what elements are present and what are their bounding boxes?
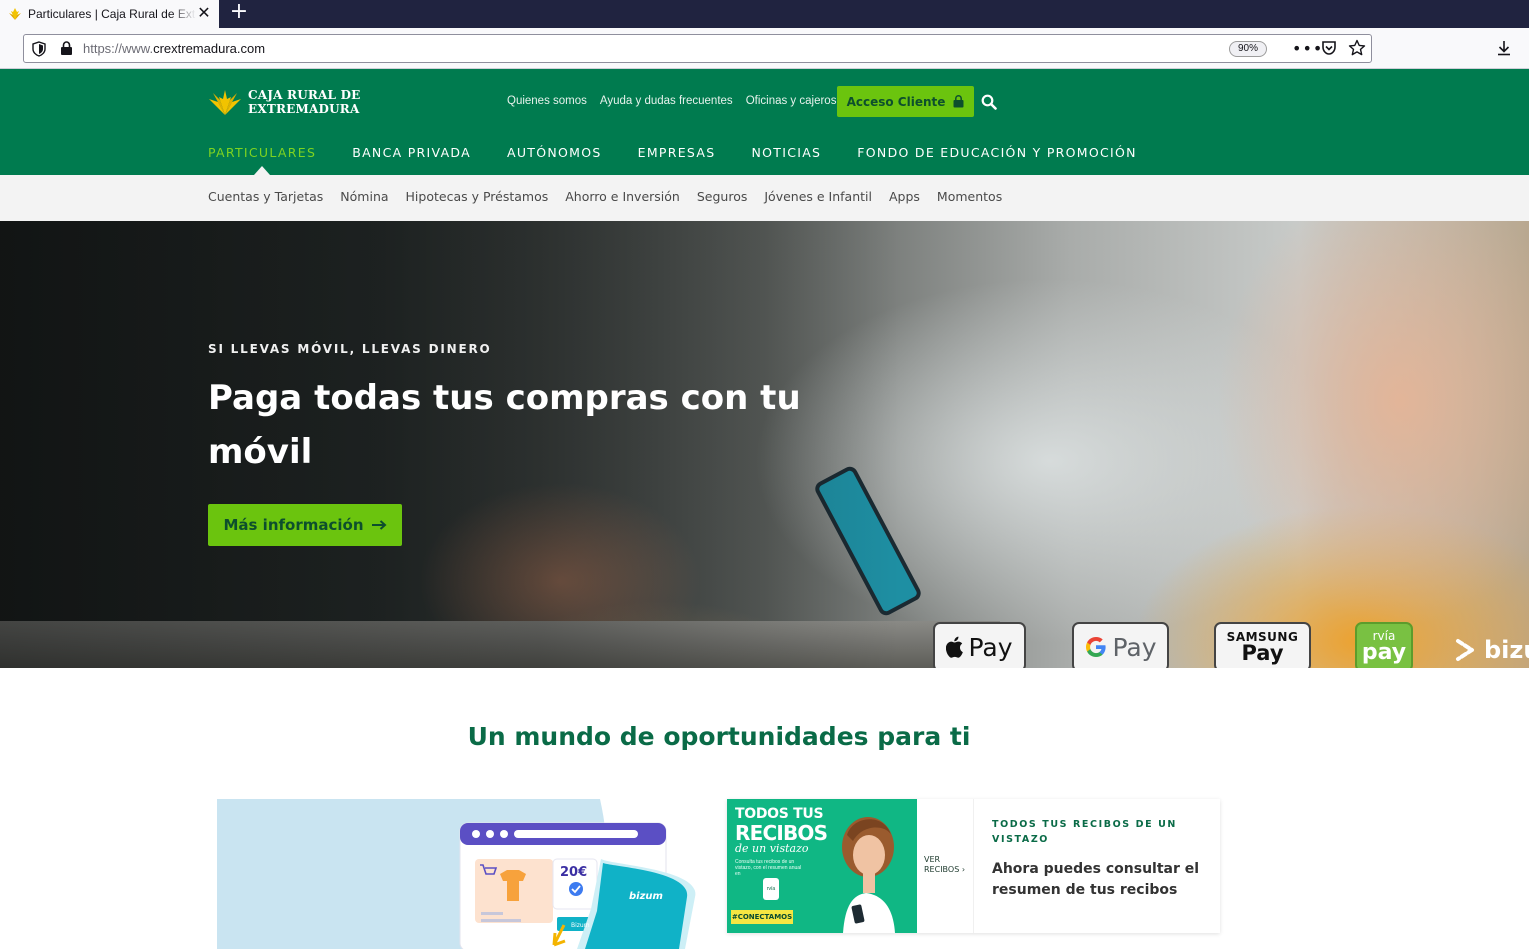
sub-nav-hipotecas-prestamos[interactable]: Hipotecas y Préstamos [406, 189, 549, 204]
site-header: CAJA RURAL DE EXTREMADURA Quienes somos … [0, 69, 1529, 175]
lock-icon [953, 95, 964, 108]
recibos-promo-card[interactable]: TODOS TUS RECIBOS de un vistazo Consulta… [727, 799, 1220, 933]
hero-title: Paga todas tus compras con tu móvil [208, 378, 801, 472]
recibos-image-phone: rvía [763, 878, 779, 900]
pocket-icon[interactable] [1321, 40, 1337, 56]
recibos-image-tag: #CONECTAMOS [731, 910, 793, 924]
top-link-oficinas[interactable]: Oficinas y cajeros [746, 95, 837, 107]
ruralvia-pay-bottom: pay [1361, 640, 1407, 665]
main-nav-autonomos[interactable]: AUTÓNOMOS [507, 145, 602, 160]
bizum-price: 20€ [560, 865, 587, 880]
top-link-quienes-somos[interactable]: Quienes somos [507, 95, 587, 107]
tab-title: Particulares | Caja Rural de Extremadura [28, 7, 196, 21]
sub-nav-cuentas-tarjetas[interactable]: Cuentas y Tarjetas [208, 189, 323, 204]
acceso-cliente-button[interactable]: Acceso Cliente [837, 86, 974, 117]
url-protocol: https://www. [83, 41, 154, 56]
main-nav-banca-privada[interactable]: BANCA PRIVADA [352, 145, 471, 160]
bizum-phone-label: bizum [629, 891, 663, 902]
tab-close-icon[interactable]: ✕ [195, 4, 213, 22]
logo-line-1: CAJA RURAL DE [248, 88, 361, 102]
bizum-small-label: Bizum [571, 922, 590, 929]
mas-informacion-button[interactable]: Más información [208, 504, 402, 546]
google-pay-badge: Pay [1072, 622, 1169, 668]
bizum-logo-icon [1456, 639, 1474, 661]
bizum-promo-card[interactable]: 20€ bizum Bizum [217, 799, 710, 949]
apple-pay-text: Pay [968, 632, 1013, 662]
main-nav-fondo-educacion[interactable]: FONDO DE EDUCACIÓN Y PROMOCIÓN [857, 145, 1137, 160]
google-g-icon [1086, 637, 1107, 657]
hero-banner: SI LLEVAS MÓVIL, LLEVAS DINERO Paga toda… [0, 221, 1529, 668]
sub-nav-ahorro-inversion[interactable]: Ahorro e Inversión [565, 189, 680, 204]
active-nav-caret [254, 166, 270, 175]
recibos-image-line-3: de un vistazo [735, 842, 809, 855]
url-text[interactable]: https://www.crextremadura.com [83, 41, 265, 56]
logo-text: CAJA RURAL DE EXTREMADURA [248, 88, 361, 116]
sub-nav-apps[interactable]: Apps [889, 189, 920, 204]
hero-eyebrow: SI LLEVAS MÓVIL, LLEVAS DINERO [208, 342, 492, 356]
bookmark-star-icon[interactable] [1348, 39, 1366, 57]
bizum-promo-illustration: 20€ bizum Bizum [217, 799, 710, 949]
acceso-cliente-label: Acceso Cliente [846, 94, 946, 109]
url-domain: crextremadura.com [153, 41, 266, 56]
new-tab-button[interactable]: + [229, 1, 249, 24]
google-pay-text: Pay [1112, 632, 1157, 662]
sub-nav: Cuentas y Tarjetas Nómina Hipotecas y Pr… [0, 175, 1529, 221]
ruralvia-pay-badge: rvía pay [1355, 622, 1413, 668]
recibos-promo-image: TODOS TUS RECIBOS de un vistazo Consulta… [727, 799, 917, 933]
sub-nav-seguros[interactable]: Seguros [697, 189, 748, 204]
sub-nav-jovenes-infantil[interactable]: Jóvenes e Infantil [764, 189, 872, 204]
bizum-text: bizu [1484, 636, 1529, 664]
download-icon[interactable] [1495, 39, 1513, 57]
browser-tab-active[interactable]: Particulares | Caja Rural de Extremadura… [0, 0, 219, 28]
recibos-text: Ahora puedes consultar el resumen de tus… [992, 861, 1200, 898]
sub-nav-momentos[interactable]: Momentos [937, 189, 1002, 204]
secure-lock-icon[interactable] [60, 41, 73, 56]
arrow-right-icon [371, 520, 387, 530]
main-nav: PARTICULARES BANCA PRIVADA AUTÓNOMOS EMP… [208, 145, 1173, 160]
ver-recibos-label: VER RECIBOS › [924, 855, 966, 874]
top-link-ayuda[interactable]: Ayuda y dudas frecuentes [600, 95, 733, 107]
zoom-level-badge[interactable]: 90% [1229, 41, 1267, 57]
main-nav-empresas[interactable]: EMPRESAS [638, 145, 716, 160]
bizum-badge: bizu [1452, 636, 1529, 664]
samsung-pay-badge: SAMSUNG Pay [1214, 622, 1311, 668]
sub-nav-items: Cuentas y Tarjetas Nómina Hipotecas y Pr… [208, 189, 1019, 204]
search-icon[interactable] [981, 94, 997, 110]
wheat-logo-icon [209, 90, 241, 115]
tracking-protection-shield-icon[interactable] [32, 41, 46, 57]
main-nav-noticias[interactable]: NOTICIAS [751, 145, 821, 160]
caja-rural-favicon-icon [9, 8, 21, 20]
samsung-pay-bottom: Pay [1241, 640, 1284, 665]
url-bar[interactable]: https://www.crextremadura.com 90% ••• [23, 34, 1372, 63]
woman-with-phone-image [842, 817, 895, 933]
top-links: Quienes somos Ayuda y dudas frecuentes O… [507, 95, 849, 107]
browser-toolbar: https://www.crextremadura.com 90% ••• [0, 28, 1529, 69]
logo-line-2: EXTREMADURA [248, 102, 360, 116]
section-title: Un mundo de oportunidades para ti [467, 722, 971, 751]
ver-recibos-link[interactable]: VER RECIBOS › [917, 799, 974, 933]
browser-tab-bar: Particulares | Caja Rural de Extremadura… [0, 0, 1529, 28]
recibos-kicker: TODOS TUS RECIBOS DE UN VISTAZO [992, 819, 1177, 845]
apple-pay-badge: Pay [933, 622, 1026, 668]
apple-logo-icon [946, 636, 964, 658]
sub-nav-nomina[interactable]: Nómina [340, 189, 388, 204]
recibos-image-small-text: Consulta tus recibos de un vistazo, con … [735, 859, 802, 877]
mas-informacion-label: Más información [223, 516, 364, 534]
page-actions-menu-icon[interactable]: ••• [1292, 39, 1323, 58]
site-logo[interactable]: CAJA RURAL DE EXTREMADURA [208, 87, 361, 117]
main-nav-particulares[interactable]: PARTICULARES [208, 145, 316, 160]
recibos-image-line-1: TODOS TUS [735, 806, 824, 822]
